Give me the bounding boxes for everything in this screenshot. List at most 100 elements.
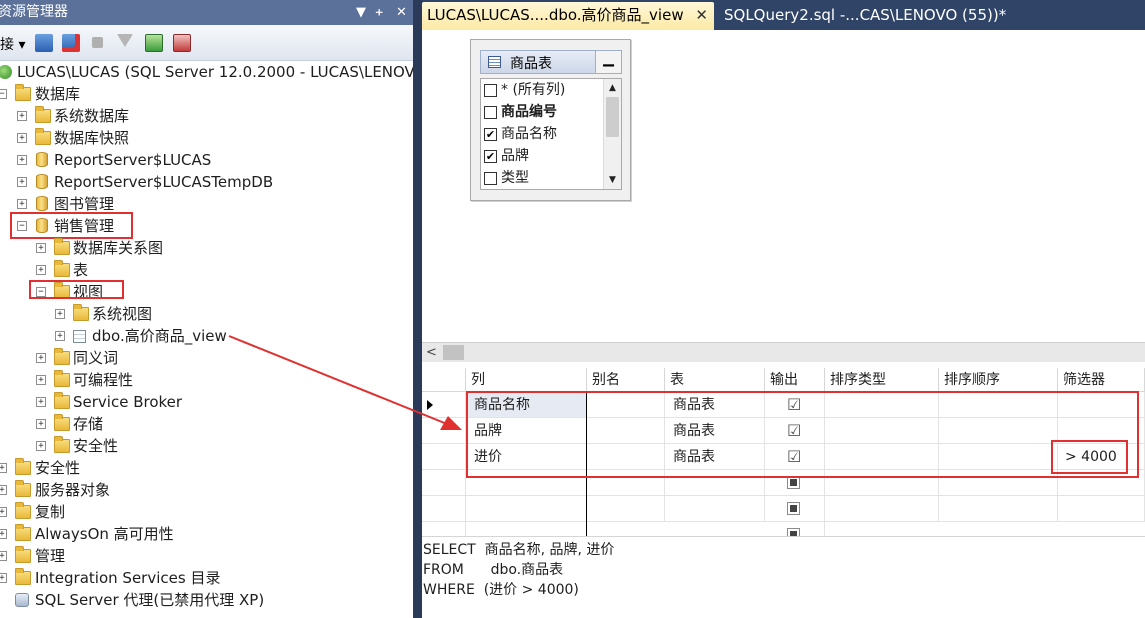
- grid-header-sort-order[interactable]: 排序顺序: [939, 368, 1058, 392]
- object-explorer-title: 资源管理器: [0, 4, 68, 20]
- row-selector[interactable]: [422, 444, 466, 470]
- folder-icon: [54, 436, 70, 453]
- column-checkbox[interactable]: ✔: [484, 128, 497, 141]
- sql-line-from: FROM dbo.商品表: [423, 562, 564, 578]
- expand-icon[interactable]: +: [17, 111, 27, 121]
- expand-icon[interactable]: +: [0, 507, 7, 517]
- row-selector[interactable]: [422, 470, 466, 496]
- scroll-down-icon[interactable]: ▼: [606, 173, 619, 187]
- grid-header-sort-type[interactable]: 排序类型: [825, 368, 939, 392]
- server-icon: [0, 65, 12, 79]
- expand-icon[interactable]: +: [0, 573, 7, 583]
- agent-icon: [15, 593, 29, 607]
- tab-sqlquery2[interactable]: SQLQuery2.sql -...CAS\LENOVO (55))*: [719, 2, 1019, 30]
- column-checkbox[interactable]: [484, 106, 497, 119]
- tree-node-server[interactable]: LUCAS\LUCAS (SQL Server 12.0.2000 - LUCA…: [0, 61, 413, 83]
- tree-node-label: SQL Server 代理(已禁用代理 XP): [35, 591, 265, 609]
- expand-icon[interactable]: +: [17, 199, 27, 209]
- expand-icon[interactable]: +: [55, 331, 65, 341]
- column-label: * (所有列): [501, 82, 566, 98]
- scroll-left-icon[interactable]: <: [426, 345, 437, 360]
- output-checkbox[interactable]: [787, 528, 800, 536]
- tree-node-label: 可编程性: [73, 371, 134, 389]
- expand-icon[interactable]: +: [36, 353, 46, 363]
- expand-icon[interactable]: +: [36, 243, 46, 253]
- grid-cell-empty[interactable]: [939, 496, 1058, 522]
- expand-icon[interactable]: +: [36, 397, 46, 407]
- object-explorer-tree: LUCAS\LUCAS (SQL Server 12.0.2000 - LUCA…: [0, 61, 413, 618]
- row-selector[interactable]: [422, 392, 466, 418]
- minimize-icon[interactable]: ▁: [595, 51, 621, 73]
- expand-icon[interactable]: +: [36, 419, 46, 429]
- tree-node-label: Service Broker: [73, 393, 183, 411]
- connect-button[interactable]: 接 ▾: [0, 34, 25, 54]
- grid-header-output[interactable]: 输出: [765, 368, 825, 392]
- expand-icon[interactable]: +: [0, 463, 7, 473]
- expand-icon[interactable]: +: [17, 133, 27, 143]
- document-tab-strip: LUCAS\LUCAS....dbo.高价商品_view ✕ SQLQuery2…: [422, 0, 1145, 30]
- close-icon[interactable]: ✕: [695, 2, 708, 28]
- activity-monitor-icon[interactable]: [173, 34, 191, 52]
- tree-node-label: LUCAS\LUCAS (SQL Server 12.0.2000 - LUCA…: [17, 63, 413, 81]
- expand-icon[interactable]: +: [36, 265, 46, 275]
- expand-icon[interactable]: +: [55, 309, 65, 319]
- diagram-pane[interactable]: 商品表 ▁ * (所有列) 商品编号 ✔ 商品名称 ✔ 品牌 类型 ▲ ▼: [422, 30, 1145, 342]
- table-box-header[interactable]: 商品表 ▁: [480, 50, 622, 74]
- grid-cell-empty[interactable]: [1058, 496, 1145, 522]
- tab-view-designer[interactable]: LUCAS\LUCAS....dbo.高价商品_view ✕: [422, 2, 714, 30]
- table-box-products[interactable]: 商品表 ▁ * (所有列) 商品编号 ✔ 商品名称 ✔ 品牌 类型 ▲ ▼: [470, 39, 631, 201]
- expand-icon[interactable]: +: [17, 177, 27, 187]
- output-checkbox[interactable]: [787, 502, 800, 515]
- tree-node-label: AlwaysOn 高可用性: [35, 525, 174, 543]
- scroll-thumb[interactable]: [606, 97, 619, 137]
- pin-icon[interactable]: ᚐ: [376, 0, 382, 25]
- stop-icon[interactable]: [92, 37, 103, 48]
- expand-icon[interactable]: +: [0, 529, 7, 539]
- tree-node-label: ReportServer$LUCAS: [54, 151, 212, 169]
- grid-header-alias[interactable]: 别名: [587, 368, 665, 392]
- grid-cell-empty[interactable]: [587, 496, 665, 522]
- expand-icon[interactable]: +: [0, 485, 7, 495]
- table-icon: [488, 56, 501, 68]
- expand-icon[interactable]: +: [17, 155, 27, 165]
- scroll-up-icon[interactable]: ▲: [606, 81, 619, 95]
- expand-icon[interactable]: +: [36, 441, 46, 451]
- grid-cell-empty[interactable]: [466, 496, 587, 522]
- grid-header-column[interactable]: 列: [466, 368, 587, 392]
- refresh-icon[interactable]: [145, 34, 163, 52]
- grid-cell-empty[interactable]: [665, 496, 765, 522]
- database-icon: [36, 196, 48, 211]
- column-label: 品牌: [501, 148, 529, 164]
- disconnect-icon[interactable]: [62, 34, 80, 52]
- grid-header-filter[interactable]: 筛选器: [1058, 368, 1145, 392]
- column-checkbox[interactable]: ✔: [484, 150, 497, 163]
- column-checkbox[interactable]: [484, 84, 497, 97]
- column-checkbox[interactable]: [484, 172, 497, 185]
- row-selector[interactable]: [422, 496, 466, 522]
- column-list-scrollbar[interactable]: ▲ ▼: [603, 79, 621, 189]
- folder-icon: [54, 348, 70, 365]
- tree-node-label: 数据库快照: [54, 129, 130, 147]
- database-icon: [36, 174, 48, 189]
- folder-icon: [15, 480, 31, 497]
- expand-icon[interactable]: +: [0, 551, 7, 561]
- row-selector[interactable]: [422, 418, 466, 444]
- grid-header-table[interactable]: 表: [665, 368, 765, 392]
- connect-object-icon[interactable]: [35, 34, 53, 52]
- tree-node-label: 系统数据库: [54, 107, 130, 125]
- panel-splitter[interactable]: [413, 0, 422, 618]
- row-selector[interactable]: [422, 522, 466, 536]
- dropdown-icon[interactable]: ▼: [356, 0, 366, 25]
- close-icon[interactable]: ✕: [396, 0, 407, 25]
- folder-icon: [15, 568, 31, 585]
- collapse-icon[interactable]: −: [0, 89, 7, 99]
- filter-icon[interactable]: [117, 34, 133, 47]
- grid-cell-empty[interactable]: [825, 496, 939, 522]
- sql-pane[interactable]: SELECT 商品名称, 品牌, 进价 FROM dbo.商品表 WHERE (…: [422, 536, 1145, 618]
- tree-node-label: 存储: [73, 415, 104, 433]
- grid-header-corner: [422, 368, 466, 392]
- database-icon: [36, 152, 48, 167]
- expand-icon[interactable]: +: [36, 375, 46, 385]
- scroll-thumb[interactable]: [443, 345, 464, 360]
- diagram-horizontal-scrollbar[interactable]: <: [422, 342, 1145, 362]
